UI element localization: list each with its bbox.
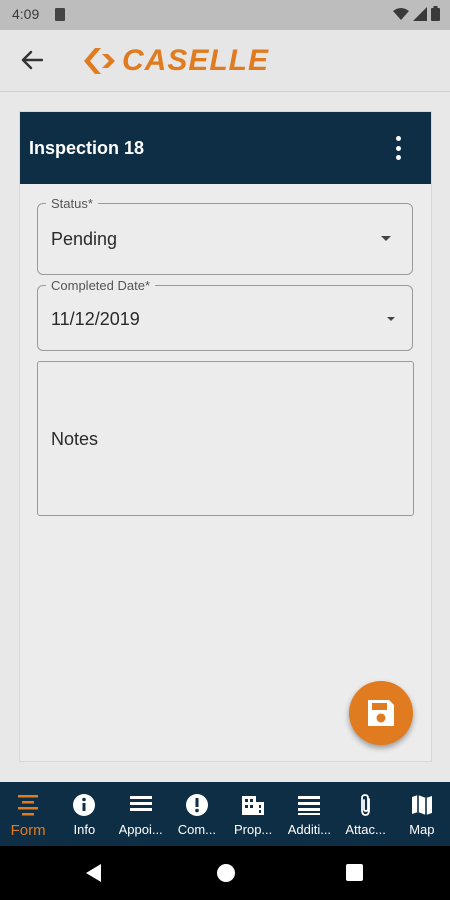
wifi-icon [393, 7, 409, 20]
nav-label: Prop... [233, 822, 273, 837]
nav-label: Com... [177, 822, 217, 837]
nav-item-map[interactable]: Map [394, 782, 450, 846]
caselle-logo: CASELLE [82, 44, 269, 78]
notes-field[interactable]: Notes [37, 361, 414, 516]
dropdown-caret-icon [387, 317, 395, 321]
system-back-icon[interactable] [86, 864, 101, 882]
kebab-dot-icon [395, 136, 401, 141]
nav-label: Attac... [345, 822, 386, 837]
form-icon [15, 792, 41, 818]
nav-label: Appoi... [118, 822, 163, 837]
save-button[interactable] [349, 681, 413, 745]
bottom-nav: Form Info Appoi... Com... Prop... Additi… [0, 782, 450, 846]
sd-card-icon [55, 8, 65, 21]
list-icon [128, 792, 154, 818]
building-icon [240, 792, 266, 818]
completed-date-label: Completed Date* [46, 278, 155, 293]
arrow-left-icon [21, 50, 43, 70]
save-icon [368, 700, 394, 726]
signal-icon [413, 6, 427, 21]
battery-icon [431, 6, 440, 21]
nav-item-form[interactable]: Form [0, 782, 56, 846]
paperclip-icon [353, 792, 379, 818]
kebab-dot-icon [395, 145, 401, 151]
status-label: Status* [46, 196, 98, 211]
system-nav-bar [0, 846, 450, 900]
kebab-dot-icon [395, 155, 401, 160]
system-recents-icon[interactable] [346, 864, 363, 881]
dropdown-caret-icon [381, 236, 391, 241]
nav-label: Additi... [287, 822, 332, 837]
completed-date-select[interactable]: Completed Date* 11/12/2019 [37, 278, 413, 351]
status-value: Pending [51, 229, 118, 249]
nav-item-property[interactable]: Prop... [225, 782, 281, 846]
nav-item-appointments[interactable]: Appoi... [113, 782, 169, 846]
back-button[interactable] [14, 44, 50, 76]
nav-label: Info [73, 822, 96, 837]
notes-placeholder: Notes [51, 429, 99, 449]
nav-item-info[interactable]: Info [56, 782, 112, 846]
card-header: Inspection 18 [20, 112, 431, 184]
system-home-icon[interactable] [217, 864, 235, 882]
app-bar: CASELLE [0, 30, 450, 92]
overflow-menu-button[interactable] [393, 136, 403, 160]
nav-item-attachments[interactable]: Attac... [338, 782, 394, 846]
completed-date-value: 11/12/2019 [51, 309, 140, 329]
alert-icon [184, 792, 210, 818]
map-icon [409, 792, 435, 818]
list-icon [296, 792, 322, 818]
nav-label: Map [409, 822, 435, 837]
status-time: 4:09 [12, 6, 40, 22]
status-select[interactable]: Status* Pending [37, 196, 413, 275]
nav-item-comments[interactable]: Com... [169, 782, 225, 846]
logo-text: CASELLE [122, 44, 270, 77]
caselle-logo-icon [84, 48, 115, 74]
nav-item-additional[interactable]: Additi... [281, 782, 337, 846]
status-bar: 4:09 [0, 0, 450, 30]
page-title: Inspection 18 [29, 138, 145, 158]
inspection-card: Inspection 18 Status* Pending Completed … [19, 111, 432, 762]
info-icon [71, 792, 97, 818]
nav-label: Form [10, 822, 46, 839]
